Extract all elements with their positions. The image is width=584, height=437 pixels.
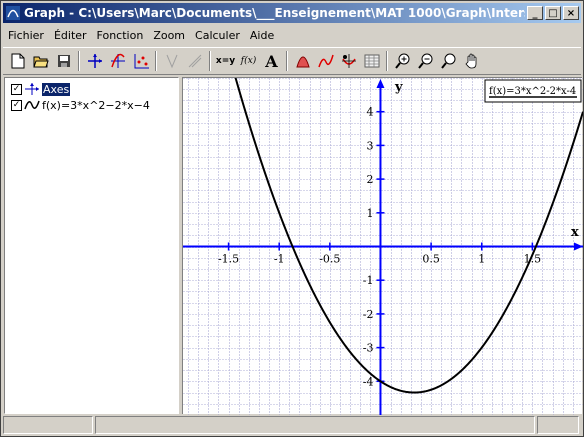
shading-icon[interactable] <box>183 50 206 72</box>
zoom-out-icon[interactable] <box>414 50 437 72</box>
x-axis-arrow <box>574 242 583 251</box>
title-bar[interactable]: Graph - C:\Users\Marc\Documents\___Ensei… <box>3 3 581 23</box>
function-curve-icon <box>24 100 40 110</box>
x-tick-label: -1.5 <box>218 253 239 266</box>
status-bar <box>3 416 581 435</box>
minimize-button[interactable]: _ <box>527 6 543 20</box>
tree-item-function[interactable]: ✓ f(x)=3*x^2−2*x−4 <box>11 97 150 113</box>
toolbar: x=y f(x) A <box>3 47 581 75</box>
status-panel-1 <box>3 416 93 434</box>
save-icon[interactable] <box>52 50 75 72</box>
insert-points-icon[interactable] <box>129 50 152 72</box>
status-panel-2 <box>95 416 535 434</box>
y-tick-label: -1 <box>363 274 374 287</box>
axes <box>183 79 583 415</box>
open-folder-icon[interactable] <box>29 50 52 72</box>
toolbar-separator <box>78 51 80 71</box>
y-axis-label: y <box>394 80 403 95</box>
menu-zoom[interactable]: Zoom <box>148 29 190 42</box>
x-tick-label: 1 <box>478 253 485 266</box>
toolbar-separator <box>209 51 211 71</box>
menu-calculer[interactable]: Calculer <box>190 29 245 42</box>
legend-box[interactable]: f(x)=3*x^2-2*x-4 <box>484 79 582 103</box>
tree-item-axes[interactable]: ✓ Axes <box>11 81 71 97</box>
menu-bar: Fichier Éditer Fonction Zoom Calculer Ai… <box>3 25 581 45</box>
axes-icon[interactable] <box>83 50 106 72</box>
x-tick-label: -0.5 <box>319 253 340 266</box>
y-tick-label: -2 <box>363 308 374 321</box>
xy-label[interactable]: x=y <box>214 50 237 72</box>
y-tick-label: 2 <box>366 173 373 186</box>
new-file-icon[interactable] <box>6 50 29 72</box>
close-button[interactable]: × <box>563 6 579 20</box>
y-axis-arrow <box>376 79 385 88</box>
menu-fichier[interactable]: Fichier <box>3 29 49 42</box>
app-window: Graph - C:\Users\Marc\Documents\___Ensei… <box>0 0 584 437</box>
hand-pan-icon[interactable] <box>460 50 483 72</box>
menu-fonction[interactable]: Fonction <box>92 29 149 42</box>
axes-icon <box>25 83 39 95</box>
tangent-icon[interactable] <box>160 50 183 72</box>
text-label[interactable]: A <box>260 50 283 72</box>
status-panel-3 <box>537 416 579 434</box>
tree-item-label: f(x)=3*x^2−2*x−4 <box>42 98 150 112</box>
zoom-in-icon[interactable] <box>391 50 414 72</box>
window-title: Graph - C:\Users\Marc\Documents\___Ensei… <box>24 6 525 20</box>
fx-label[interactable]: f(x) <box>237 50 260 72</box>
y-tick-label: -3 <box>363 342 374 355</box>
y-tick-label: -4 <box>363 375 374 388</box>
function-list-panel: ✓ Axes ✓ f(x)=3*x^2−2*x−4 <box>4 77 179 414</box>
y-tick-label: 3 <box>366 139 373 152</box>
x-tick-label: 0.5 <box>422 253 440 266</box>
function-checkbox[interactable]: ✓ <box>11 99 22 111</box>
zoom-fit-icon[interactable] <box>437 50 460 72</box>
eval-icon[interactable] <box>337 50 360 72</box>
legend-text: f(x)=3*x^2-2*x-4 <box>489 86 576 97</box>
toolbar-separator <box>386 51 388 71</box>
tree-item-label: Axes <box>42 82 71 96</box>
menu-editer[interactable]: Éditer <box>49 29 92 42</box>
x-axis-label: x <box>571 225 579 240</box>
table-icon[interactable] <box>360 50 383 72</box>
y-tick-label: 1 <box>366 207 373 220</box>
toolbar-separator <box>155 51 157 71</box>
insert-function-icon[interactable] <box>106 50 129 72</box>
series-icon[interactable] <box>314 50 337 72</box>
axes-checkbox[interactable]: ✓ <box>11 83 22 95</box>
area-icon[interactable] <box>291 50 314 72</box>
plot-svg: -1.5 -1 -0.5 0.5 1 1.54321-1-2-3-4 x y f(x)=3… <box>183 0 584 416</box>
maximize-button[interactable]: □ <box>545 6 561 20</box>
graph-app-icon <box>6 6 20 20</box>
graph-canvas[interactable]: -1.5 -1 -0.5 0.5 1 1.5 4 3 2 1 -1 -2 -3 -4 x y f(x)=3… <box>182 0 584 416</box>
menu-aide[interactable]: Aide <box>245 29 279 42</box>
toolbar-separator <box>286 51 288 71</box>
x-tick-label: -1 <box>274 253 285 266</box>
y-tick-label: 4 <box>366 106 373 119</box>
